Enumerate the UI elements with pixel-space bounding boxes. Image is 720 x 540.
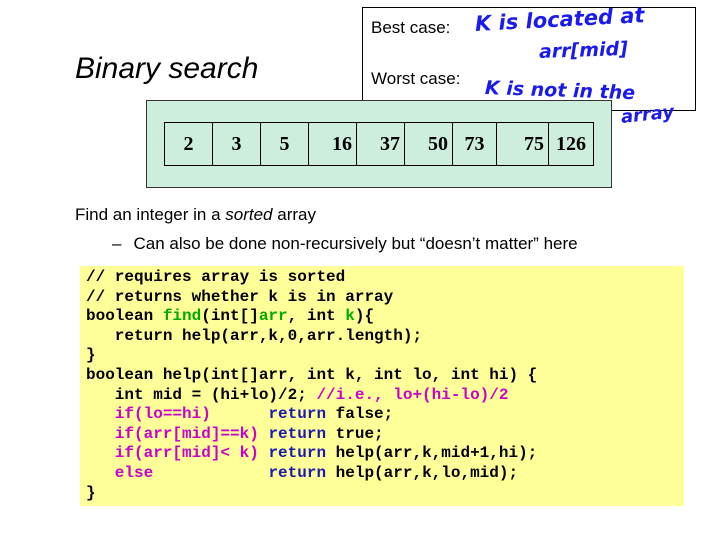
code-token: else [86,463,269,482]
code-keyword: return [268,405,327,424]
code-token: if(arr[mid]< k) [86,444,269,463]
code-line: boolean help(int[]arr, int k, int lo, in… [86,365,538,384]
code-line: if(arr[mid]==k) return true; [86,425,684,445]
array-cell: 3 [213,123,261,165]
code-token: find [162,307,202,326]
code-line: int mid = (hi+lo)/2; //i.e., lo+(hi-lo)/… [86,386,684,406]
sub-bullet: – Can also be done non-recursively but “d… [112,234,578,254]
best-case-line2: arr[mid] [538,37,629,63]
code-line: if(arr[mid]< k) return help(arr,k,mid+1,… [86,444,684,464]
code-block: // requires array is sorted// returns wh… [80,266,684,506]
worst-case-line2: array [619,101,676,128]
code-line: boolean find(int[]arr, int k){ [86,307,684,327]
code-token: , int [287,307,346,326]
description-suffix: array [272,205,316,224]
code-keyword: return [268,463,327,482]
code-line: // returns whether k is in array [86,287,394,306]
array-cell: 5 [261,123,309,165]
array-cell: 16 [309,123,357,165]
sorted-array: 2 3 5 16 37 50 73 75 126 [164,122,594,166]
code-token: if(lo==hi) [86,405,269,424]
best-case-handwriting: K is located at [474,3,645,36]
best-case-line1: K is located at [474,3,646,36]
code-token: ){ [354,307,375,326]
code-token: arr [258,307,288,326]
code-token: help(arr,k,mid+1,hi); [326,444,538,463]
sub-bullet-text: Can also be done non-recursively but “do… [133,234,578,253]
description-emphasis: sorted [225,205,273,224]
code-comment: //i.e., lo+(hi-lo)/2 [316,385,509,404]
code-line: return help(arr,k,0,arr.length); [86,326,423,345]
best-case-handwriting-line2: arr[mid] [539,38,629,63]
array-cell: 50 [405,123,453,165]
case-notes-box: Best case: K is located at arr[mid] Wors… [362,3,696,128]
array-cell: 73 [453,123,497,165]
code-token: true; [326,424,384,443]
code-line: if(lo==hi) return false; [86,405,684,425]
slide-title: Binary search [75,52,259,85]
code-token: int mid = (hi+lo)/2; [86,385,317,404]
code-token: (int[] [201,307,259,326]
code-line: } [86,346,96,365]
code-token: help(arr,k,lo,mid); [326,463,519,482]
code-line: else return help(arr,k,lo,mid); [86,464,684,484]
dash-bullet-icon: – [112,234,122,253]
code-token: boolean [86,307,163,326]
worst-case-handwriting-line2: array [620,101,675,127]
array-cell: 75 [497,123,549,165]
code-keyword: return [268,424,327,443]
code-line: // requires array is sorted [86,268,346,286]
code-token: if(arr[mid]==k) [86,424,269,443]
array-cell: 37 [357,123,405,165]
worst-case-label: Worst case: [371,69,461,88]
array-cell: 126 [556,132,586,155]
array-panel: 2 3 5 16 37 50 73 75 126 [146,100,612,188]
code-keyword: return [268,444,327,463]
code-token: k [345,307,355,326]
code-line: } [86,483,96,502]
array-cell: 2 [165,123,213,165]
best-case-label: Best case: [371,18,451,37]
code-token: false; [326,405,394,424]
description: Find an integer in a sorted array [75,205,316,225]
description-prefix: Find an integer in a [75,205,226,224]
